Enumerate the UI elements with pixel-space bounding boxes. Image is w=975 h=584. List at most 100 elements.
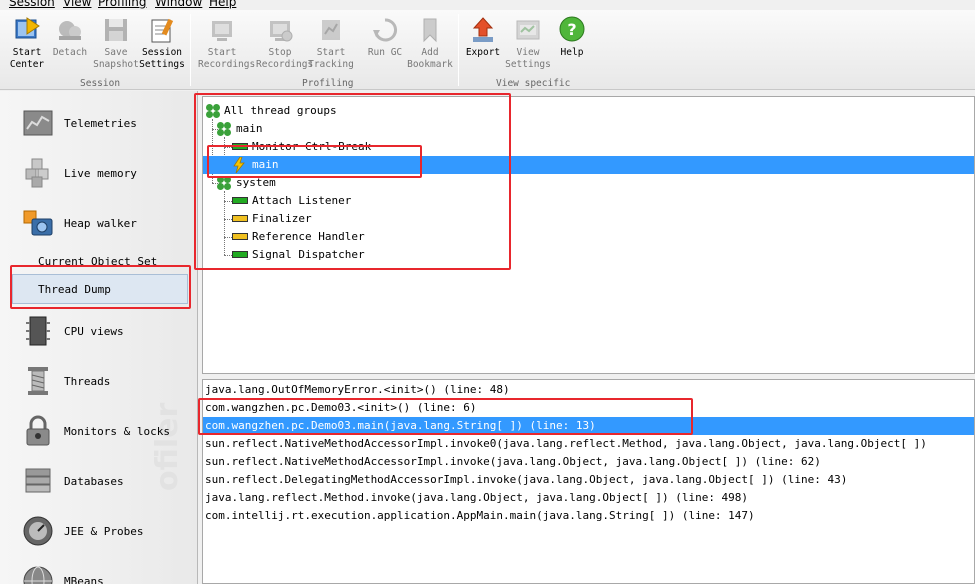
menu-profiling[interactable]: Profiling: [98, 0, 147, 9]
sidebar-item-cpu-views[interactable]: CPU views: [22, 315, 192, 355]
session-settings-button[interactable]: Session Settings: [138, 14, 186, 78]
tree-node-thread-selected[interactable]: main: [203, 156, 974, 174]
run-gc-icon: [371, 16, 399, 44]
sidebar-item-label: Monitors & locks: [64, 425, 170, 438]
tree-node-label: Monitor Ctrl-Break: [252, 140, 372, 153]
thread-tree-panel: All thread groups main Monitor Ctrl-Brea…: [202, 96, 975, 374]
toolbar-group-view-specific: View specific: [496, 78, 571, 89]
heap-walker-icon: [22, 207, 54, 239]
view-settings-label: View Settings: [505, 47, 551, 70]
tree-node-label: main: [236, 122, 263, 135]
export-button[interactable]: Export: [459, 14, 507, 78]
thread-group-icon: [217, 122, 231, 136]
sidebar-sub-current-object-set[interactable]: Current Object Set: [38, 255, 157, 268]
stack-frame-text: sun.reflect.DelegatingMethodAccessorImpl…: [205, 473, 848, 486]
tree-node-all-thread-groups[interactable]: All thread groups: [203, 102, 974, 120]
menu-help[interactable]: Help: [209, 0, 236, 9]
help-button[interactable]: ? Help: [548, 14, 596, 78]
start-tracking-button[interactable]: Start Tracking: [307, 14, 355, 78]
threads-icon: [22, 365, 54, 397]
thread-state-waiting-icon: [232, 233, 248, 240]
svg-text:?: ?: [567, 20, 576, 39]
tree-node-thread[interactable]: Monitor Ctrl-Break: [203, 138, 974, 156]
tree-node-thread[interactable]: Finalizer: [203, 210, 974, 228]
mbeans-icon: [22, 565, 54, 584]
stack-frame-text: java.lang.reflect.Method.invoke(java.lan…: [205, 491, 749, 504]
menu-session[interactable]: Session: [9, 0, 55, 9]
stop-recordings-button[interactable]: Stop Recordings: [256, 14, 313, 78]
tree-node-thread[interactable]: Attach Listener: [203, 192, 974, 210]
stack-frame-selected[interactable]: com.wangzhen.pc.Demo03.main(java.lang.St…: [203, 417, 974, 435]
menu-view[interactable]: View: [63, 0, 91, 9]
stack-frame[interactable]: com.wangzhen.pc.Demo03.<init>() (line: 6…: [203, 399, 974, 417]
stop-recordings-icon: [266, 16, 294, 44]
stack-frame[interactable]: sun.reflect.DelegatingMethodAccessorImpl…: [203, 471, 974, 489]
toolbar-separator: [190, 14, 191, 86]
detach-label: Detach: [52, 47, 88, 58]
sidebar-item-heap-walker[interactable]: Heap walker: [22, 207, 192, 247]
stack-frame-text: com.wangzhen.pc.Demo03.main(java.lang.St…: [205, 419, 596, 432]
sidebar-item-label: JEE & Probes: [64, 525, 144, 538]
tree-node-group-main[interactable]: main: [203, 120, 974, 138]
thread-group-icon: [217, 176, 231, 190]
start-recordings-button[interactable]: Start Recordings: [198, 14, 255, 78]
save-snapshot-button[interactable]: Save Snapshot: [92, 14, 140, 78]
stack-frame[interactable]: java.lang.reflect.Method.invoke(java.lan…: [203, 489, 974, 507]
menu-bar: Session View Profiling Window Help: [0, 0, 975, 10]
thread-state-running-icon: [232, 143, 248, 150]
help-label: Help: [560, 47, 584, 58]
toolbar-group-session: Session: [80, 78, 121, 89]
sidebar-item-mbeans[interactable]: MBeans: [22, 565, 192, 584]
add-bookmark-button[interactable]: Add Bookmark: [406, 14, 454, 78]
sidebar: ofiler Telemetries Live memory Heap walk…: [0, 91, 198, 584]
sidebar-item-live-memory[interactable]: Live memory: [22, 157, 192, 197]
detach-button[interactable]: Detach: [46, 14, 94, 78]
sidebar-item-databases[interactable]: Databases: [22, 465, 192, 505]
tree-node-label: Reference Handler: [252, 230, 365, 243]
stack-frame[interactable]: sun.reflect.NativeMethodAccessorImpl.inv…: [203, 453, 974, 471]
session-settings-label: Session Settings: [139, 47, 185, 70]
stack-frame-text: com.intellij.rt.execution.application.Ap…: [205, 509, 755, 522]
stack-frame[interactable]: sun.reflect.NativeMethodAccessorImpl.inv…: [203, 435, 974, 453]
menu-window[interactable]: Window: [155, 0, 202, 9]
start-center-button[interactable]: Start Center: [3, 14, 51, 78]
stack-frame[interactable]: com.intellij.rt.execution.application.Ap…: [203, 507, 974, 525]
sidebar-item-label: MBeans: [64, 575, 104, 584]
tree-node-label: Signal Dispatcher: [252, 248, 365, 261]
live-memory-icon: [22, 157, 54, 189]
view-settings-icon: [514, 16, 542, 44]
tree-node-label: Attach Listener: [252, 194, 352, 207]
start-tracking-icon: [317, 16, 345, 44]
toolbar-group-profiling: Profiling: [302, 78, 354, 89]
stack-frame[interactable]: java.lang.OutOfMemoryError.<init>() (lin…: [203, 381, 974, 399]
sidebar-item-jee-probes[interactable]: JEE & Probes: [22, 515, 192, 555]
thread-state-waiting-icon: [232, 215, 248, 222]
tree-node-thread[interactable]: Signal Dispatcher: [203, 246, 974, 264]
tree-node-label: main: [252, 158, 279, 171]
sidebar-item-threads[interactable]: Threads: [22, 365, 192, 405]
save-snapshot-icon: [102, 16, 130, 44]
add-bookmark-label: Add Bookmark: [407, 47, 453, 70]
stack-frame-text: com.wangzhen.pc.Demo03.<init>() (line: 6…: [205, 401, 477, 414]
sidebar-item-label: CPU views: [64, 325, 124, 338]
stack-frame-text: sun.reflect.NativeMethodAccessorImpl.inv…: [205, 455, 821, 468]
databases-icon: [22, 465, 54, 497]
start-center-icon: [13, 16, 41, 44]
sidebar-item-telemetries[interactable]: Telemetries: [22, 107, 192, 147]
sidebar-item-label: Live memory: [64, 167, 137, 180]
session-settings-icon: [148, 16, 176, 44]
tree-node-group-system[interactable]: system: [203, 174, 974, 192]
sidebar-item-monitors-locks[interactable]: Monitors & locks: [22, 415, 192, 455]
thread-state-running-icon: [232, 197, 248, 204]
cpu-views-icon: [22, 315, 54, 347]
sidebar-item-label: Threads: [64, 375, 111, 388]
stack-frame-text: sun.reflect.NativeMethodAccessorImpl.inv…: [205, 437, 927, 450]
view-settings-button[interactable]: View Settings: [504, 14, 552, 78]
monitors-locks-icon: [22, 415, 54, 447]
sidebar-sub-thread-dump[interactable]: Thread Dump: [12, 274, 188, 304]
telemetries-icon: [22, 107, 54, 139]
thread-state-running-icon: [232, 251, 248, 258]
tree-node-thread[interactable]: Reference Handler: [203, 228, 974, 246]
run-gc-button[interactable]: Run GC: [361, 14, 409, 78]
start-recordings-icon: [208, 16, 236, 44]
